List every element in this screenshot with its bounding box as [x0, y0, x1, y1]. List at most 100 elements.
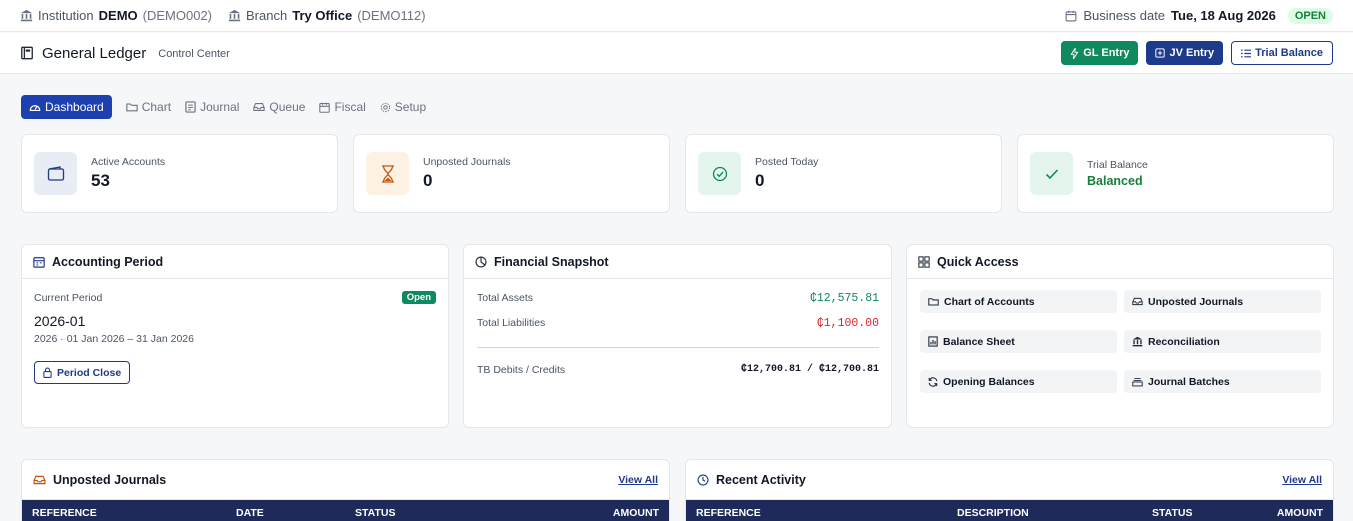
- column-header[interactable]: AMOUNT: [1277, 507, 1323, 519]
- inbox-icon: [33, 475, 46, 484]
- tab-journal[interactable]: Journal: [185, 95, 239, 119]
- institution-label: Institution: [38, 8, 94, 23]
- kpi-unposted-journals: Unposted Journals 0: [353, 134, 670, 213]
- kpi-icon-box: [366, 152, 409, 195]
- quick-item-label: Chart of Accounts: [944, 295, 1035, 308]
- column-header[interactable]: STATUS: [1152, 507, 1192, 519]
- business-date-label: Business date: [1083, 8, 1166, 23]
- kpi-trial-balance: Trial Balance Balanced: [1017, 134, 1334, 213]
- inbox-icon: [1132, 297, 1143, 306]
- kpi-value: 0: [755, 171, 765, 190]
- tb-label: TB Debits / Credits: [477, 364, 566, 376]
- gauge-icon: [29, 105, 41, 112]
- panel-title: Recent Activity: [716, 472, 806, 487]
- column-header[interactable]: STATUS: [355, 507, 395, 519]
- period-status-badge: Open: [401, 291, 436, 304]
- recent-view-all-link[interactable]: View All: [1282, 474, 1322, 486]
- stack-icon: [1132, 377, 1143, 386]
- column-header[interactable]: REFERENCE: [696, 507, 761, 519]
- total-assets-label: Total Assets: [477, 292, 534, 304]
- period-close-button[interactable]: Period Close: [34, 361, 131, 384]
- plus-square-icon: [1155, 48, 1166, 58]
- total-assets-value: ₵12,575.81: [809, 292, 879, 305]
- hourglass-icon: [381, 164, 394, 183]
- gl-entry-label: GL Entry: [1083, 47, 1130, 59]
- report-icon: [928, 336, 938, 347]
- financial-snapshot-panel: Financial Snapshot Total Assets ₵12,575.…: [463, 244, 892, 428]
- tab-setup[interactable]: Setup: [380, 95, 426, 119]
- quick-opening-balances[interactable]: Opening Balances: [920, 370, 1117, 393]
- quick-access-panel: Quick Access Chart of Accounts Unposted …: [906, 244, 1334, 428]
- current-period-range: 2026 · 01 Jan 2026 – 31 Jan 2026: [34, 333, 194, 345]
- quick-unposted-journals[interactable]: Unposted Journals: [1124, 290, 1321, 313]
- ledger-icon: [21, 46, 33, 60]
- refresh-icon: [928, 376, 938, 387]
- quick-reconciliation[interactable]: Reconciliation: [1124, 330, 1321, 353]
- bank-icon: [1132, 336, 1143, 347]
- tab-queue[interactable]: Queue: [253, 95, 305, 119]
- panel-title: Financial Snapshot: [494, 254, 609, 269]
- column-header[interactable]: AMOUNT: [613, 507, 659, 519]
- tab-dashboard[interactable]: Dashboard: [21, 95, 112, 119]
- kpi-label: Active Accounts: [91, 156, 166, 168]
- page-header: General Ledger Control Center GL Entry J…: [0, 33, 1353, 74]
- branch-info: Branch Try Office (DEMO112): [228, 8, 426, 23]
- lock-icon: [43, 367, 52, 378]
- kpi-value: 53: [91, 171, 110, 190]
- calendar-icon: [33, 256, 45, 268]
- kpi-icon-box: [34, 152, 77, 195]
- tab-setup-label: Setup: [394, 100, 427, 114]
- current-period-label: Current Period: [34, 292, 103, 304]
- folder-icon: [928, 298, 939, 306]
- clock-icon: [697, 473, 709, 486]
- tab-dashboard-label: Dashboard: [45, 100, 104, 114]
- page-subtitle: Control Center: [158, 48, 230, 60]
- column-header[interactable]: REFERENCE: [32, 507, 97, 519]
- column-header[interactable]: DATE: [236, 507, 264, 519]
- jv-entry-button[interactable]: JV Entry: [1146, 41, 1224, 65]
- jv-entry-label: JV Entry: [1169, 47, 1215, 59]
- accounting-period-panel: Accounting Period Current Period Open 20…: [21, 244, 449, 428]
- calendar-icon: [319, 102, 331, 113]
- quick-chart-of-accounts[interactable]: Chart of Accounts: [920, 290, 1117, 313]
- gear-icon: [380, 102, 390, 112]
- wallet-icon: [47, 166, 64, 181]
- tb-value: ₵12,700.81 / ₵12,700.81: [740, 364, 879, 375]
- panel-title: Unposted Journals: [53, 472, 167, 487]
- kpi-icon-box: [1030, 152, 1073, 195]
- inbox-icon: [253, 103, 266, 111]
- pie-chart-icon: [475, 255, 487, 268]
- header-actions: GL Entry JV Entry Trial Balance: [1061, 41, 1333, 65]
- quick-item-label: Balance Sheet: [943, 335, 1015, 348]
- branch-name: Try Office: [292, 8, 353, 23]
- quick-journal-batches[interactable]: Journal Batches: [1124, 370, 1321, 393]
- gl-entry-button[interactable]: GL Entry: [1061, 41, 1139, 65]
- period-close-label: Period Close: [57, 366, 122, 379]
- bank-icon: [20, 9, 33, 22]
- lightning-icon: [1070, 47, 1079, 59]
- kpi-icon-box: [698, 152, 741, 195]
- tab-journal-label: Journal: [200, 100, 240, 114]
- tab-chart[interactable]: Chart: [126, 95, 171, 119]
- panel-header: Recent Activity View All: [686, 460, 1333, 500]
- tab-fiscal-label: Fiscal: [334, 100, 366, 114]
- quick-item-label: Journal Batches: [1148, 375, 1230, 388]
- total-liabilities-value: ₵1,100.00: [816, 317, 879, 330]
- kpi-value: Balanced: [1087, 174, 1143, 188]
- column-header[interactable]: DESCRIPTION: [957, 507, 1029, 519]
- total-liabilities-label: Total Liabilities: [477, 317, 546, 329]
- tab-queue-label: Queue: [269, 100, 306, 114]
- institution-id: (DEMO002): [142, 8, 213, 23]
- institution-code: DEMO: [98, 8, 138, 23]
- quick-item-label: Reconciliation: [1148, 335, 1220, 348]
- panel-header: Accounting Period: [22, 245, 448, 279]
- recent-activity-panel: Recent Activity View All REFERENCE DESCR…: [685, 459, 1334, 521]
- tab-fiscal[interactable]: Fiscal: [319, 95, 366, 119]
- quick-balance-sheet[interactable]: Balance Sheet: [920, 330, 1117, 353]
- unposted-view-all-link[interactable]: View All: [618, 474, 658, 486]
- panel-header: Financial Snapshot: [464, 245, 891, 279]
- kpi-label: Posted Today: [755, 156, 819, 168]
- trial-balance-label: Trial Balance: [1255, 47, 1323, 59]
- trial-balance-button[interactable]: Trial Balance: [1231, 41, 1333, 65]
- kpi-value: 0: [423, 171, 433, 190]
